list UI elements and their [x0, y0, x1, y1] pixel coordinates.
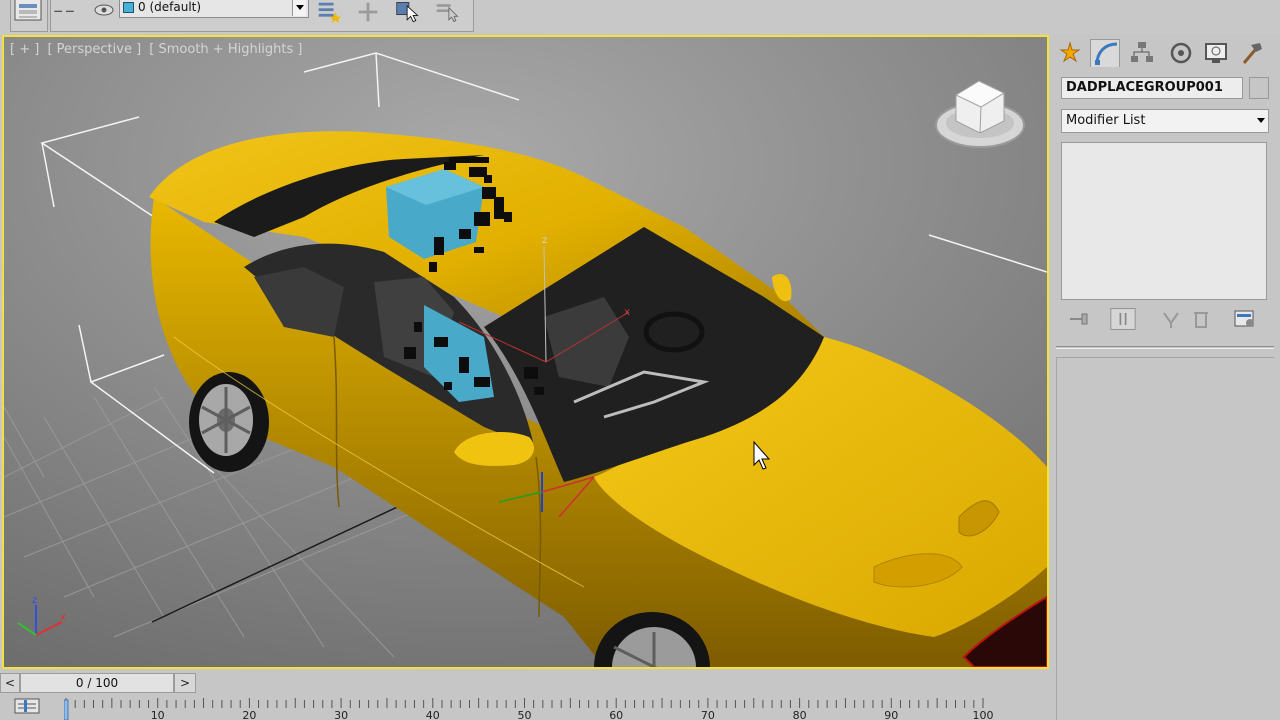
ruler-tick-label: 60 — [609, 709, 623, 720]
modifier-list-dropdown[interactable]: Modifier List — [1061, 109, 1269, 133]
ruler-tick-label: 100 — [973, 709, 994, 720]
ruler-tick-label: 10 — [151, 709, 165, 720]
ruler-ticks — [65, 698, 984, 708]
ruler-tick-label: 50 — [518, 709, 532, 720]
time-slider[interactable]: < 0 / 100 > — [0, 672, 1050, 694]
layer-properties-icon[interactable] — [435, 0, 461, 24]
frame-ruler[interactable]: 10 20 30 40 50 60 70 80 90 100 — [64, 696, 994, 720]
ruler-tick-label: 40 — [426, 709, 440, 720]
tripod-x-label: x — [60, 612, 66, 623]
create-icon — [1059, 41, 1081, 63]
curve-editor-icon[interactable] — [14, 698, 40, 718]
remove-modifier-icon[interactable] — [1188, 307, 1214, 331]
object-name-field[interactable]: DADPLACEGROUP001 — [1061, 77, 1243, 99]
pin-stack-icon[interactable] — [1066, 307, 1092, 331]
command-panel-divider — [1056, 346, 1274, 349]
next-frame-button[interactable]: > — [174, 673, 196, 693]
gizmo-x-label: x — [624, 307, 630, 318]
layer-manager-icon — [14, 0, 42, 21]
car-rear-wheel — [189, 372, 269, 472]
modifier-list-value: Modifier List — [1066, 113, 1146, 128]
time-slider-thumb[interactable]: 0 / 100 — [20, 673, 174, 693]
hide-icon[interactable] — [91, 0, 117, 24]
perspective-viewport[interactable]: z x z x [+] [Perspective] [Smooth +… — [2, 35, 1049, 669]
hierarchy-icon — [1131, 42, 1153, 62]
hierarchy-tab[interactable] — [1127, 39, 1157, 67]
chevron-down-icon[interactable] — [292, 0, 306, 16]
3ds-max-window: 0 (default) z x z x [+] [Perspective … — [0, 0, 1280, 720]
ruler-labels: 10 20 30 40 50 60 70 80 90 100 — [151, 709, 994, 720]
create-layer-icon[interactable] — [315, 0, 341, 24]
utilities-tab[interactable] — [1236, 39, 1266, 67]
ruler-tick-label: 90 — [884, 709, 898, 720]
ruler-tick-label: 80 — [793, 709, 807, 720]
command-panel: DADPLACEGROUP001 Modifier List — [1052, 35, 1280, 720]
modify-icon — [1095, 42, 1118, 65]
chevron-down-icon[interactable] — [1257, 118, 1265, 123]
viewport-scene: z x z x — [4, 37, 1047, 667]
display-icon — [1205, 43, 1227, 63]
current-layer-dropdown[interactable]: 0 (default) — [119, 0, 309, 18]
track-bar[interactable]: 10 20 30 40 50 60 70 80 90 100 — [0, 696, 1050, 720]
layer-color-swatch — [123, 2, 134, 13]
motion-icon — [1170, 42, 1192, 64]
modifier-stack[interactable] — [1061, 142, 1267, 300]
tripod-z-label: z — [32, 595, 37, 606]
ruler-tick-label: 30 — [334, 709, 348, 720]
gizmo-z-label: z — [542, 235, 547, 246]
make-unique-icon[interactable] — [1158, 307, 1184, 331]
motion-tab[interactable] — [1166, 39, 1196, 67]
layers-toolbar: 0 (default) — [50, 0, 474, 32]
add-to-layer-icon[interactable] — [355, 0, 381, 24]
freeze-icon[interactable] — [53, 0, 79, 24]
ruler-tick-label: 70 — [701, 709, 715, 720]
viewport-label[interactable]: [ + ] [ Perspective ] [ Smooth + Highlig… — [10, 42, 307, 57]
hammer-icon — [1242, 43, 1262, 64]
create-tab[interactable] — [1055, 39, 1085, 67]
layer-manager-button[interactable] — [10, 0, 48, 32]
viewport-menu-shading[interactable]: [ Smooth + Highlights ] — [149, 42, 302, 57]
select-in-layer-icon[interactable] — [395, 0, 421, 24]
object-color-swatch[interactable] — [1249, 77, 1269, 99]
ruler-tick-label: 20 — [242, 709, 256, 720]
display-tab[interactable] — [1201, 39, 1231, 67]
viewport-menu-plus[interactable]: [ + ] — [10, 42, 39, 57]
previous-frame-button[interactable]: < — [0, 673, 20, 693]
current-layer-value: 0 (default) — [138, 0, 202, 14]
current-frame-marker[interactable] — [64, 699, 69, 720]
configure-modifier-sets-icon[interactable] — [1232, 307, 1258, 331]
main-toolbar: 0 (default) — [0, 0, 1280, 34]
modify-tab[interactable] — [1090, 39, 1120, 67]
show-end-result-icon[interactable] — [1110, 307, 1136, 331]
rollout-area — [1056, 357, 1274, 720]
viewport-menu-view[interactable]: [ Perspective ] — [47, 42, 141, 57]
